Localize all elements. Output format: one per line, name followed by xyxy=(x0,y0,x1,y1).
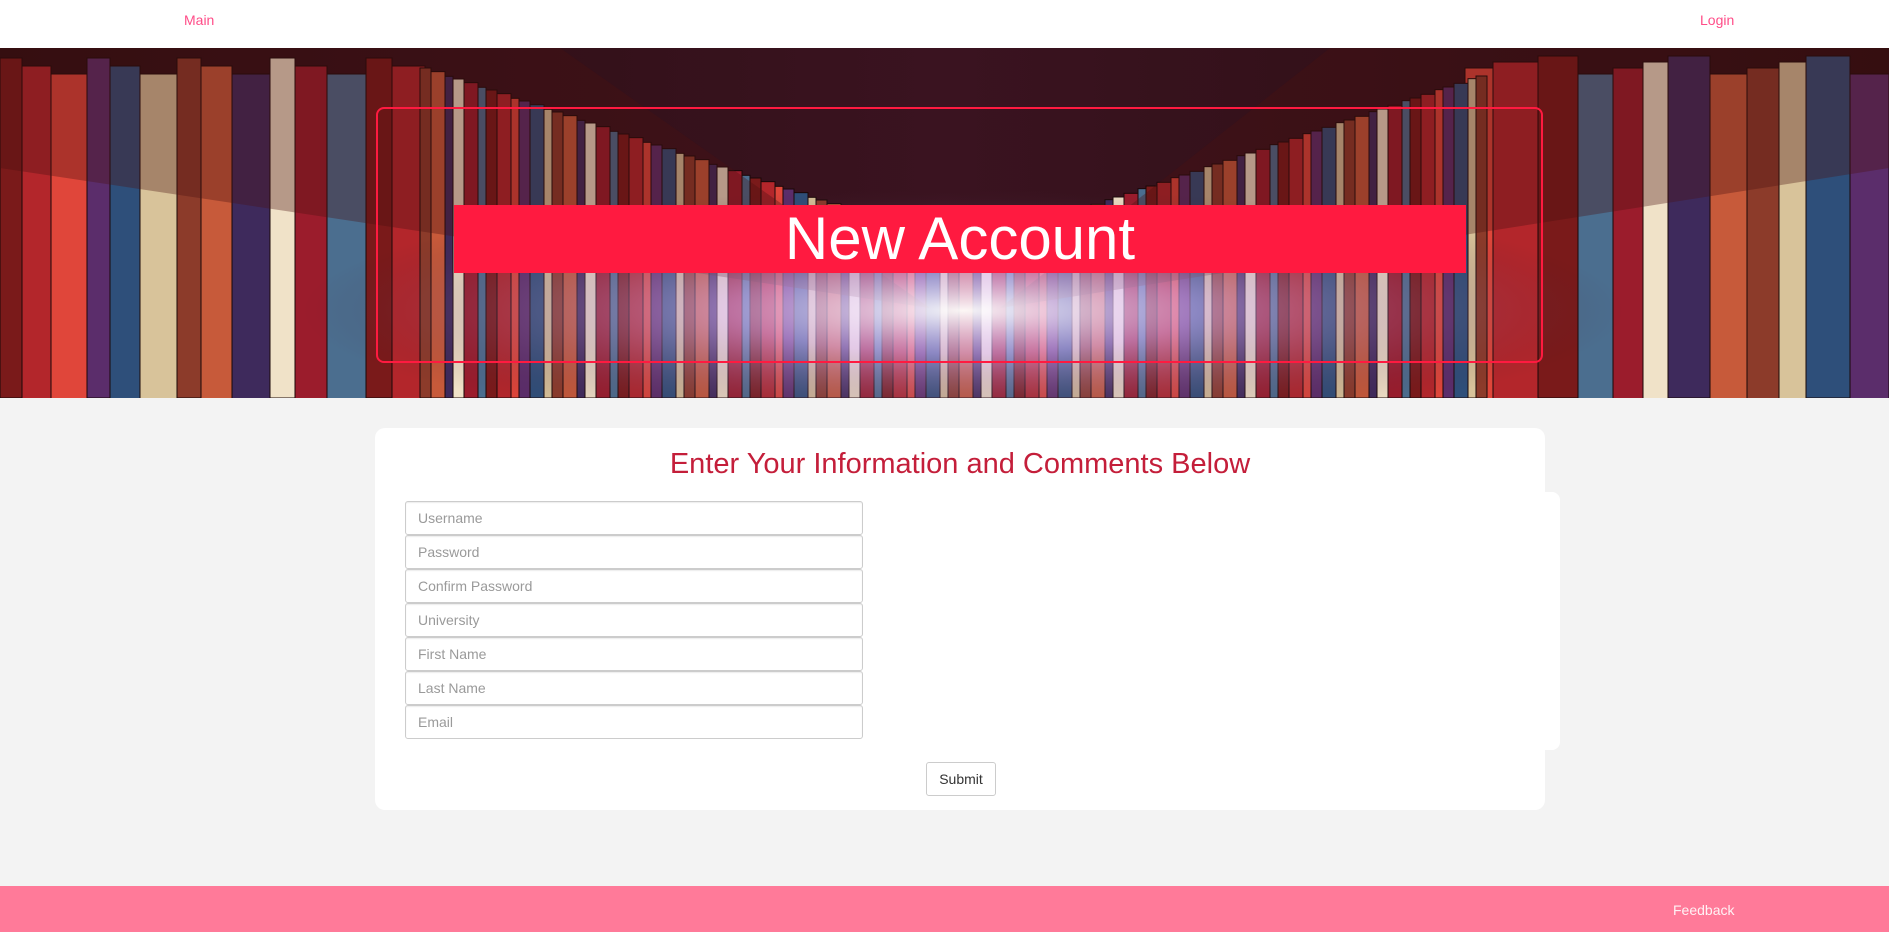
email-input[interactable] xyxy=(405,705,863,739)
last-name-input[interactable] xyxy=(405,671,863,705)
hero-title-banner: New Account xyxy=(454,205,1466,273)
registration-form-card: Enter Your Information and Comments Belo… xyxy=(375,428,1545,810)
university-input[interactable] xyxy=(405,603,863,637)
page-title: New Account xyxy=(784,205,1136,272)
password-input[interactable] xyxy=(405,535,863,569)
confirm-password-input[interactable] xyxy=(405,569,863,603)
top-navbar: Main Login xyxy=(0,0,1889,48)
submit-button[interactable]: Submit xyxy=(926,762,996,796)
nav-login-link[interactable]: Login xyxy=(1700,12,1734,28)
hero-banner-image: New Account xyxy=(0,48,1889,398)
form-heading: Enter Your Information and Comments Belo… xyxy=(669,448,1251,480)
first-name-input[interactable] xyxy=(405,637,863,671)
feedback-link[interactable]: Feedback xyxy=(1673,902,1734,918)
username-input[interactable] xyxy=(405,501,863,535)
nav-main-link[interactable]: Main xyxy=(184,12,214,28)
footer-bar: Feedback xyxy=(0,886,1889,932)
